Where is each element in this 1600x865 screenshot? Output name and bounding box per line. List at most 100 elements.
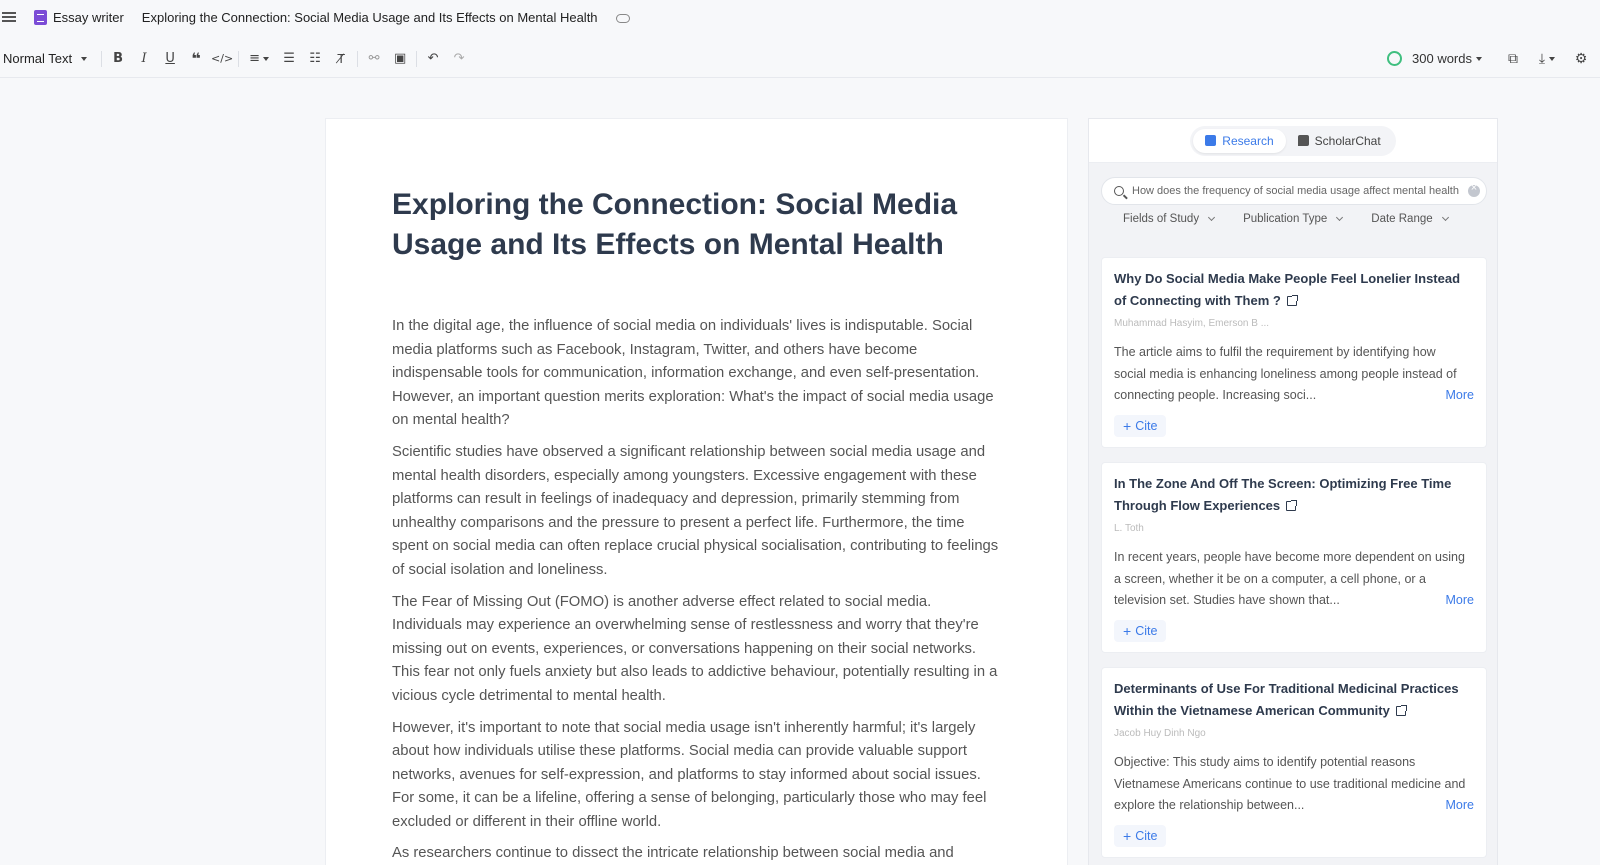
plus-icon: + — [1123, 827, 1132, 844]
search-input[interactable] — [1132, 185, 1464, 197]
gear-icon: ⚙ — [1574, 50, 1588, 67]
plus-icon: + — [1123, 417, 1132, 434]
more-link[interactable]: More — [1446, 795, 1474, 817]
filter-label: Fields of Study — [1123, 213, 1200, 225]
hamburger-menu-icon[interactable] — [2, 12, 16, 22]
chevron-down-icon — [81, 56, 88, 61]
essay-body[interactable]: In the digital age, the influence of soc… — [392, 315, 1002, 865]
research-search — [1101, 177, 1487, 205]
paragraph[interactable]: As researchers continue to dissect the i… — [392, 842, 1002, 865]
result-abstract: In recent years, people have become more… — [1114, 547, 1474, 612]
result-authors: Muhammad Hasyim, Emerson B ... — [1114, 318, 1270, 329]
filter-publication-type[interactable]: Publication Type — [1243, 213, 1344, 225]
result-title-link[interactable]: In The Zone And Off The Screen: Optimizi… — [1114, 473, 1474, 517]
formatting-toolbar: Normal Text B I U ❝ </> ≡ ☰ ☷ T̸ ⚯ ▣ ↶ ↷… — [0, 40, 1600, 78]
download-icon: ⤓ — [1538, 50, 1546, 67]
research-panel: Research ScholarChat Fields of Study Pub… — [1088, 118, 1498, 865]
clear-format-button[interactable]: T̸ — [328, 46, 354, 72]
italic-button[interactable]: I — [131, 46, 157, 72]
quote-button[interactable]: ❝ — [183, 46, 209, 72]
link-button[interactable]: ⚯ — [361, 46, 387, 72]
paragraph[interactable]: Scientific studies have observed a signi… — [392, 441, 1002, 583]
cite-button[interactable]: + Cite — [1114, 414, 1167, 437]
copy-icon: ⧉ — [1508, 50, 1518, 67]
plus-icon: + — [1123, 622, 1132, 639]
bold-button[interactable]: B — [105, 46, 131, 72]
quote-icon: ❝ — [191, 49, 201, 68]
external-link-icon[interactable] — [1395, 705, 1407, 716]
code-button[interactable]: </> — [209, 46, 235, 72]
filter-label: Publication Type — [1243, 213, 1328, 225]
document-title[interactable]: Exploring the Connection: Social Media U… — [142, 10, 598, 25]
redo-button[interactable]: ↷ — [446, 46, 472, 72]
external-link-icon[interactable] — [1286, 500, 1298, 511]
download-dropdown[interactable]: ⤓ — [1530, 46, 1564, 72]
bold-icon: B — [113, 51, 124, 66]
app-logo-icon — [34, 9, 47, 25]
filter-label: Date Range — [1371, 213, 1433, 225]
chevron-down-icon — [1441, 213, 1449, 222]
essay-title[interactable]: Exploring the Connection: Social Media U… — [392, 185, 992, 265]
toolbar-divider — [238, 50, 240, 67]
result-abstract-text: Objective: This study aims to identify p… — [1114, 755, 1466, 812]
bullet-list-button[interactable]: ☷ — [302, 46, 328, 72]
timer-icon[interactable] — [1387, 51, 1403, 66]
underline-button[interactable]: U — [157, 46, 183, 72]
more-link[interactable]: More — [1446, 590, 1474, 612]
image-button[interactable]: ▣ — [387, 46, 413, 72]
result-title-link[interactable]: Why Do Social Media Make People Feel Lon… — [1114, 268, 1474, 312]
tab-label: ScholarChat — [1314, 133, 1381, 148]
settings-button[interactable]: ⚙ — [1568, 46, 1594, 72]
filter-bar: Fields of Study Publication Type Date Ra… — [1123, 213, 1483, 225]
book-icon — [1205, 135, 1217, 146]
paragraph[interactable]: However, it's important to note that soc… — [392, 717, 1002, 835]
paragraph[interactable]: In the digital age, the influence of soc… — [392, 315, 1002, 433]
external-link-icon[interactable] — [1286, 295, 1298, 306]
cite-label: Cite — [1135, 828, 1158, 843]
toolbar-right: 300 words ⧉ ⤓ ⚙ — [1387, 46, 1594, 72]
copy-button[interactable]: ⧉ — [1500, 46, 1526, 72]
text-style-dropdown[interactable]: Normal Text — [3, 51, 88, 66]
ordered-list-button[interactable]: ☰ — [276, 46, 302, 72]
clear-format-icon: T̸ — [337, 51, 345, 66]
cloud-sync-icon — [615, 13, 630, 23]
document-editor[interactable]: Exploring the Connection: Social Media U… — [325, 118, 1068, 865]
paragraph[interactable]: The Fear of Missing Out (FOMO) is anothe… — [392, 591, 1002, 709]
result-title: In The Zone And Off The Screen: Optimizi… — [1114, 476, 1452, 513]
result-title: Determinants of Use For Traditional Medi… — [1114, 681, 1459, 718]
cite-button[interactable]: + Cite — [1114, 619, 1167, 642]
top-bar: Essay writer Exploring the Connection: S… — [0, 0, 1600, 34]
result-title-link[interactable]: Determinants of Use For Traditional Medi… — [1114, 678, 1474, 722]
result-abstract-text: The article aims to fulfil the requireme… — [1114, 345, 1457, 402]
search-icon — [1114, 186, 1124, 196]
cite-label: Cite — [1135, 623, 1158, 638]
app-name[interactable]: Essay writer — [53, 10, 124, 25]
chevron-down-icon — [1208, 213, 1216, 222]
chevron-down-icon — [1549, 56, 1556, 61]
result-abstract-text: In recent years, people have become more… — [1114, 550, 1465, 607]
research-result-card: In The Zone And Off The Screen: Optimizi… — [1101, 462, 1487, 653]
link-icon: ⚯ — [368, 51, 380, 66]
result-authors: L. Toth — [1114, 523, 1144, 534]
toolbar-divider — [101, 50, 103, 67]
filter-date-range[interactable]: Date Range — [1371, 213, 1449, 225]
tab-research[interactable]: Research — [1193, 128, 1286, 153]
align-left-icon: ≡ — [249, 51, 261, 66]
toolbar-divider — [357, 50, 359, 67]
tab-label: Research — [1222, 133, 1274, 148]
text-style-label: Normal Text — [3, 51, 73, 66]
filter-fields-of-study[interactable]: Fields of Study — [1123, 213, 1216, 225]
cite-button[interactable]: + Cite — [1114, 824, 1167, 847]
underline-icon: U — [165, 51, 175, 66]
clear-search-icon[interactable] — [1468, 182, 1480, 197]
word-count-dropdown[interactable]: 300 words — [1412, 51, 1482, 66]
bullet-list-icon: ☷ — [309, 51, 321, 66]
more-link[interactable]: More — [1446, 385, 1474, 407]
undo-button[interactable]: ↶ — [420, 46, 446, 72]
tab-scholarchat[interactable]: ScholarChat — [1286, 129, 1393, 153]
chat-icon — [1297, 135, 1309, 146]
panel-tabs: Research ScholarChat — [1190, 125, 1396, 156]
word-count-label: 300 words — [1412, 51, 1472, 66]
chevron-down-icon — [1476, 56, 1482, 61]
align-dropdown[interactable]: ≡ — [242, 46, 276, 72]
